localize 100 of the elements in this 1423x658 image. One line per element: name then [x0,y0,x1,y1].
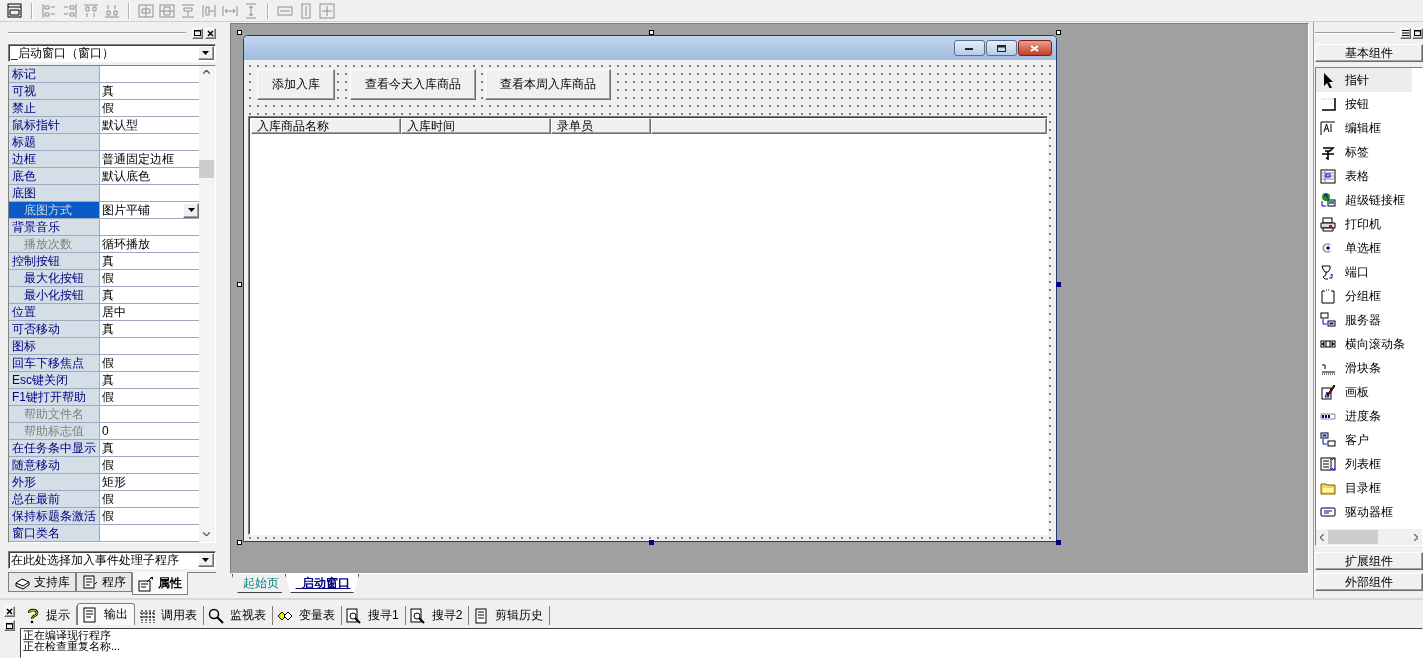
property-row[interactable]: 最小化按钮 真 [9,287,199,304]
component-item[interactable]: 打印机 [1316,212,1413,236]
form-button[interactable]: 查看本周入库商品 [484,69,611,100]
horizontal-scrollbar[interactable] [1316,529,1422,545]
output-tab[interactable]: 搜寻2 [405,606,470,625]
scrollbar[interactable] [199,66,215,542]
component-item[interactable]: 客户 [1316,428,1413,452]
scroll-right-icon[interactable] [1414,533,1418,541]
property-name: 保持标题条激活 [9,508,100,524]
output-tab[interactable]: 变量表 [273,606,342,625]
property-row[interactable]: 总在最前 假 [9,491,199,508]
folder-icon [1320,480,1337,496]
panel-tab[interactable]: 属性 [132,572,188,595]
property-row[interactable]: 底色 默认底色 [9,168,199,185]
resize-handle[interactable] [1055,540,1061,545]
property-row[interactable]: Esc键关闭 真 [9,372,199,389]
maximize-icon[interactable] [996,44,1006,52]
component-item[interactable]: 按钮 [1316,92,1413,116]
output-tab[interactable]: 监视表 [204,606,273,625]
resize-handle[interactable] [648,30,654,35]
panel-tab[interactable]: 程序 [76,573,132,592]
component-item[interactable]: 驱动器框 [1316,500,1413,524]
property-row[interactable]: 底图方式 图片平铺 [9,202,199,219]
property-row[interactable]: 禁止 假 [9,100,199,117]
scroll-left-icon[interactable] [1320,533,1325,541]
column-header[interactable]: 入库商品名称 [250,118,401,134]
property-row[interactable]: 控制按钮 真 [9,253,199,270]
component-item[interactable]: 滑块条 [1316,356,1413,380]
column-header[interactable]: 录单员 [550,118,651,134]
component-item[interactable]: 分组框 [1316,284,1413,308]
property-row[interactable]: 底图 [9,185,199,202]
dropdown-arrow-icon[interactable] [187,208,195,212]
section-button[interactable]: 外部组件 [1315,573,1423,591]
dropdown-arrow-icon[interactable] [202,51,210,55]
property-row[interactable]: 鼠标指针 默认型 [9,117,199,134]
scroll-up-icon[interactable] [203,70,211,74]
output-line: 正在检查重复名称... [23,641,122,652]
section-button[interactable]: 扩展组件 [1315,552,1423,570]
dropdown-arrow-icon[interactable] [202,558,210,562]
drive-icon [1320,504,1337,520]
resize-handle[interactable] [236,282,242,287]
property-row[interactable]: 外形 矩形 [9,474,199,491]
property-row[interactable]: 标记 [9,66,199,83]
property-row[interactable]: 最大化按钮 假 [9,270,199,287]
property-row[interactable]: 回车下移焦点 假 [9,355,199,372]
output-tab[interactable]: 调用表 [135,606,204,625]
output-tab[interactable]: 剪辑历史 [469,606,551,625]
component-item[interactable]: 横向滚动条 [1316,332,1413,356]
dropdown-button[interactable] [183,202,199,218]
section-button[interactable]: 基本组件 [1315,44,1423,62]
property-value: 假 [102,269,115,287]
close-button[interactable] [1017,40,1052,56]
property-row[interactable]: 标题 [9,134,199,151]
component-item[interactable]: 表格 [1316,164,1413,188]
scrollbar-thumb[interactable] [1328,530,1379,544]
object-dropdown[interactable]: _启动窗口（窗口） [8,44,216,62]
resize-handle[interactable] [1055,30,1061,35]
component-item[interactable]: 服务器 [1316,308,1413,332]
component-item[interactable]: 超级链接框 [1316,188,1413,212]
component-item[interactable]: 进度条 [1316,404,1413,428]
component-item[interactable]: 单选框 [1316,236,1413,260]
property-row[interactable]: F1键打开帮助 假 [9,389,199,406]
scroll-down-icon[interactable] [203,532,211,536]
window-icon[interactable] [6,1,24,20]
property-row[interactable]: 边框 普通固定边框 [9,151,199,168]
property-value: 假 [102,354,115,372]
property-row[interactable]: 可否移动 真 [9,321,199,338]
output-tab[interactable]: 输出 [77,603,135,625]
scrollbar-thumb[interactable] [199,160,215,178]
form-button[interactable]: 添加入库 [256,69,335,100]
property-row[interactable]: 可视 真 [9,83,199,100]
panel-tab[interactable]: 支持库 [8,573,76,592]
component-item[interactable]: 画板 [1316,380,1413,404]
column-header[interactable]: 入库时间 [400,118,551,134]
property-row[interactable]: 随意移动 假 [9,457,199,474]
property-row[interactable]: 窗口类名 [9,525,199,542]
component-item[interactable]: 列表框 [1316,452,1413,476]
form-button[interactable]: 查看今天入库商品 [349,69,476,100]
resize-handle[interactable] [1055,282,1061,287]
editor-tab[interactable]: _启动窗口 [284,574,360,593]
resize-handle[interactable] [236,30,242,35]
output-tab[interactable]: 搜寻1 [342,606,406,625]
property-value: 假 [102,388,115,406]
maximize-button[interactable] [985,40,1017,56]
component-item[interactable]: 编辑框 [1316,116,1413,140]
property-row[interactable]: 图标 [9,338,199,355]
property-row[interactable]: 在任务条中显示 真 [9,440,199,457]
computers-icon [1320,312,1337,328]
component-item[interactable]: 目录框 [1316,476,1413,500]
resize-handle[interactable] [236,540,242,545]
property-row[interactable]: 位置 居中 [9,304,199,321]
property-row[interactable]: 保持标题条激活 假 [9,508,199,525]
resize-handle[interactable] [648,540,654,545]
component-item[interactable]: 指针 [1316,68,1413,92]
event-dropdown[interactable]: 在此处选择加入事件处理子程序 [8,551,216,569]
minimize-button[interactable] [953,40,985,56]
component-item[interactable]: 端口 [1316,260,1413,284]
property-name: 标题 [9,134,100,150]
component-item[interactable]: 标签 [1316,140,1413,164]
property-row[interactable]: 背景音乐 [9,219,199,236]
